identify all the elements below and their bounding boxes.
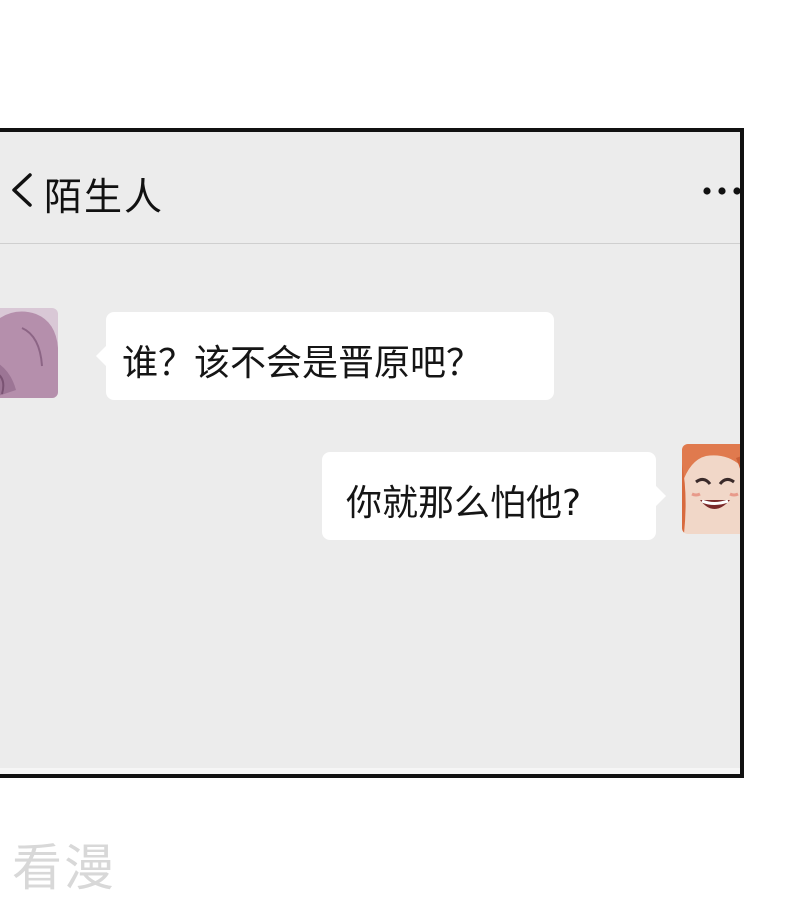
chat-title: 陌生人 [44,175,165,219]
watermark-text: 看漫 [12,839,116,897]
incoming-message-bubble: 谁？该不会是晋原吧？ [96,312,554,400]
user-avatar-image [682,444,740,534]
chat-header: 陌生人 [0,132,740,244]
incoming-message-text: 谁？该不会是晋原吧？ [122,343,483,384]
outgoing-message-text: 你就那么怕他? [346,483,582,524]
outgoing-message-bubble: 你就那么怕他? [322,452,666,540]
more-horizontal-icon[interactable] [702,186,742,196]
chat-bottom-edge [0,768,740,774]
contact-avatar-image [0,308,58,398]
user-avatar[interactable] [682,444,740,534]
contact-avatar[interactable] [0,308,58,398]
chevron-left-icon[interactable] [8,172,38,208]
chat-window: 陌生人 谁？该不会是晋原吧？ 你就那么怕他? [0,128,744,778]
